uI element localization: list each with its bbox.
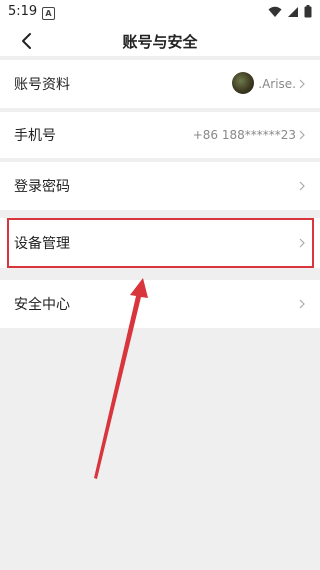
annotation-arrow: [94, 278, 148, 479]
